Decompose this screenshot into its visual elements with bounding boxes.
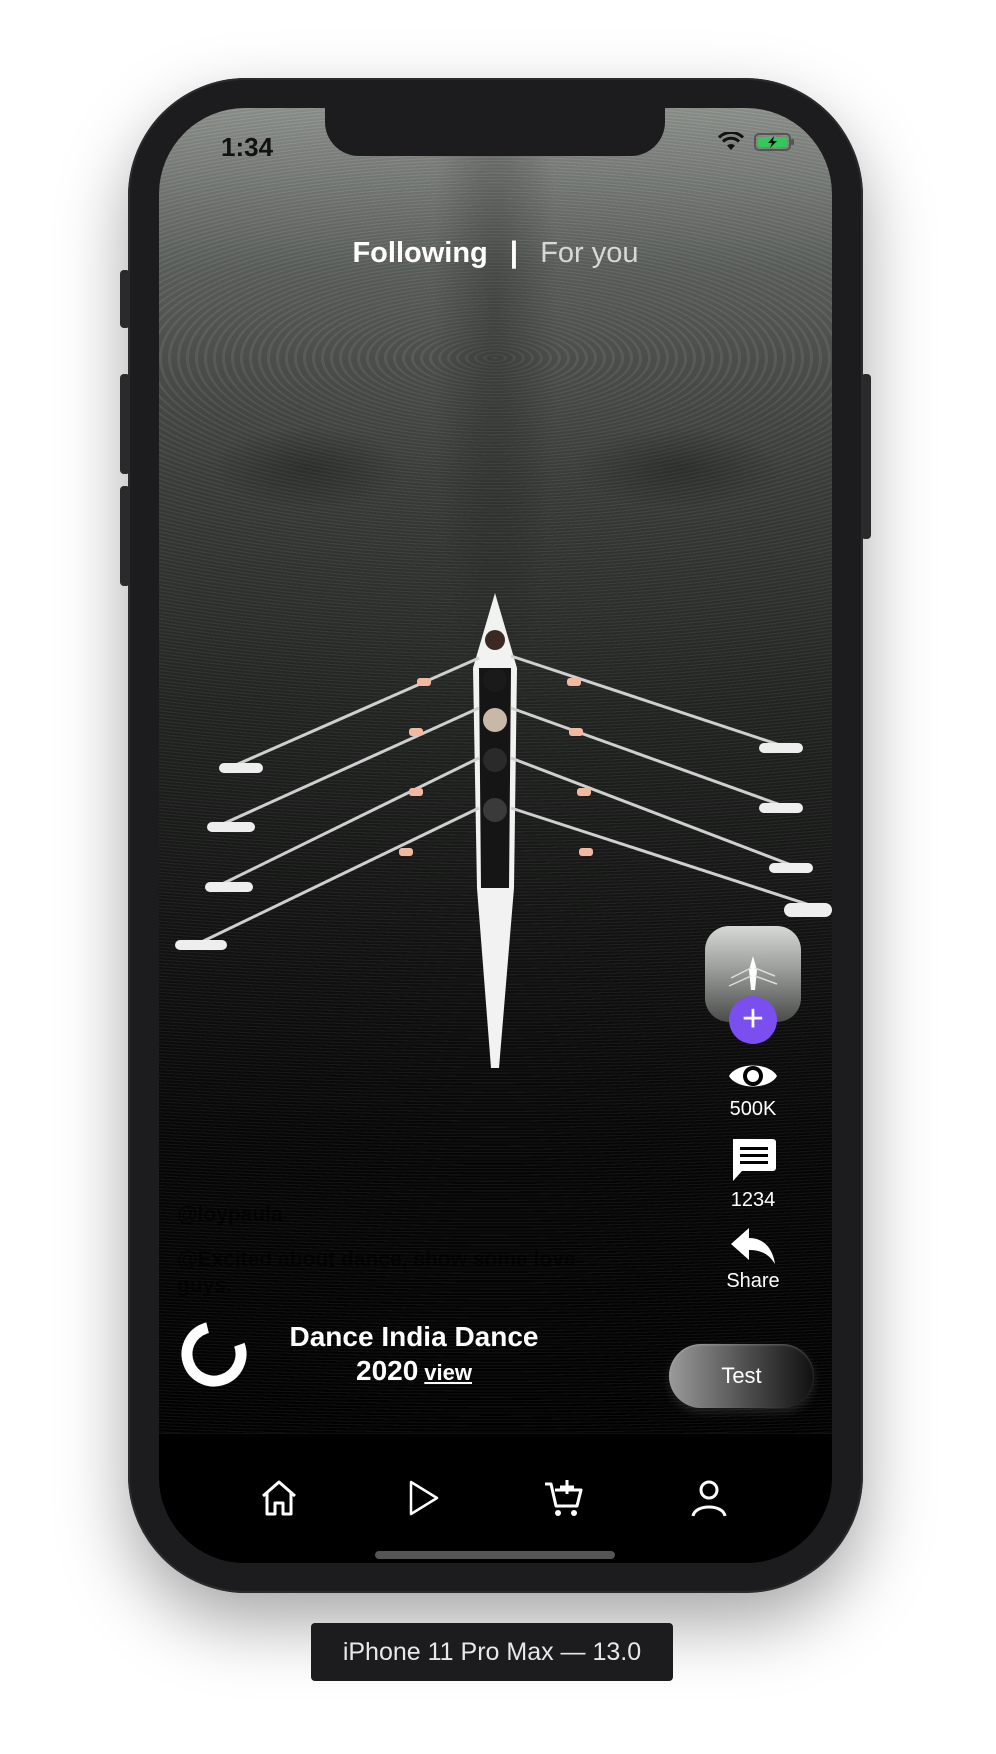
views-button[interactable]: 500K bbox=[727, 1058, 779, 1121]
comments-count: 1234 bbox=[730, 1189, 776, 1211]
promo-title: Dance India Dance 2020 view bbox=[254, 1320, 574, 1390]
comment-icon bbox=[733, 1139, 776, 1181]
promo-title-line1: Dance India Dance bbox=[289, 1321, 539, 1352]
loading-ring-icon bbox=[181, 1321, 247, 1387]
wifi-icon bbox=[718, 132, 744, 150]
power-button bbox=[861, 374, 871, 539]
status-icons bbox=[718, 132, 796, 152]
battery-charging-icon bbox=[754, 133, 794, 151]
follow-plus-icon[interactable]: + bbox=[729, 996, 777, 1044]
notch bbox=[325, 108, 665, 156]
screen: 1:34 Following | For you + 500K 1234 Sha… bbox=[159, 108, 832, 1563]
action-rail: + 500K 1234 Share bbox=[703, 926, 803, 1293]
share-button[interactable]: Share bbox=[726, 1226, 780, 1293]
creator-handle[interactable]: @loypaula bbox=[177, 1203, 617, 1227]
share-reply-icon bbox=[731, 1228, 775, 1264]
video-caption: @loypaula @Excited about dance, show som… bbox=[177, 1203, 617, 1299]
bottom-navigation bbox=[159, 1433, 832, 1563]
home-icon[interactable] bbox=[257, 1476, 301, 1520]
test-button[interactable]: Test bbox=[669, 1344, 814, 1408]
share-label: Share bbox=[726, 1270, 780, 1292]
home-indicator bbox=[375, 1551, 615, 1559]
status-time: 1:34 bbox=[221, 132, 274, 162]
promo-title-line2: 2020 bbox=[356, 1355, 419, 1386]
device-label: iPhone 11 Pro Max — 13.0 bbox=[311, 1623, 673, 1681]
volume-up-button bbox=[120, 374, 130, 474]
tab-for-you[interactable]: For you bbox=[540, 237, 638, 270]
views-count: 500K bbox=[729, 1098, 777, 1120]
cart-add-icon[interactable] bbox=[541, 1476, 585, 1520]
play-icon[interactable] bbox=[401, 1476, 445, 1520]
phone-frame: 1:34 Following | For you + 500K 1234 Sha… bbox=[120, 78, 871, 1593]
tab-separator: | bbox=[509, 236, 519, 269]
caption-text: @Excited about dance, show some love guy… bbox=[177, 1248, 576, 1297]
user-icon[interactable] bbox=[687, 1476, 731, 1520]
feed-tabs: Following | For you bbox=[159, 236, 832, 270]
volume-down-button bbox=[120, 486, 130, 586]
comments-button[interactable]: 1234 bbox=[728, 1135, 778, 1212]
tab-following[interactable]: Following bbox=[352, 237, 487, 270]
promo-view-link[interactable]: view bbox=[424, 1360, 472, 1385]
eye-icon bbox=[729, 1065, 777, 1087]
mute-switch bbox=[120, 270, 130, 328]
